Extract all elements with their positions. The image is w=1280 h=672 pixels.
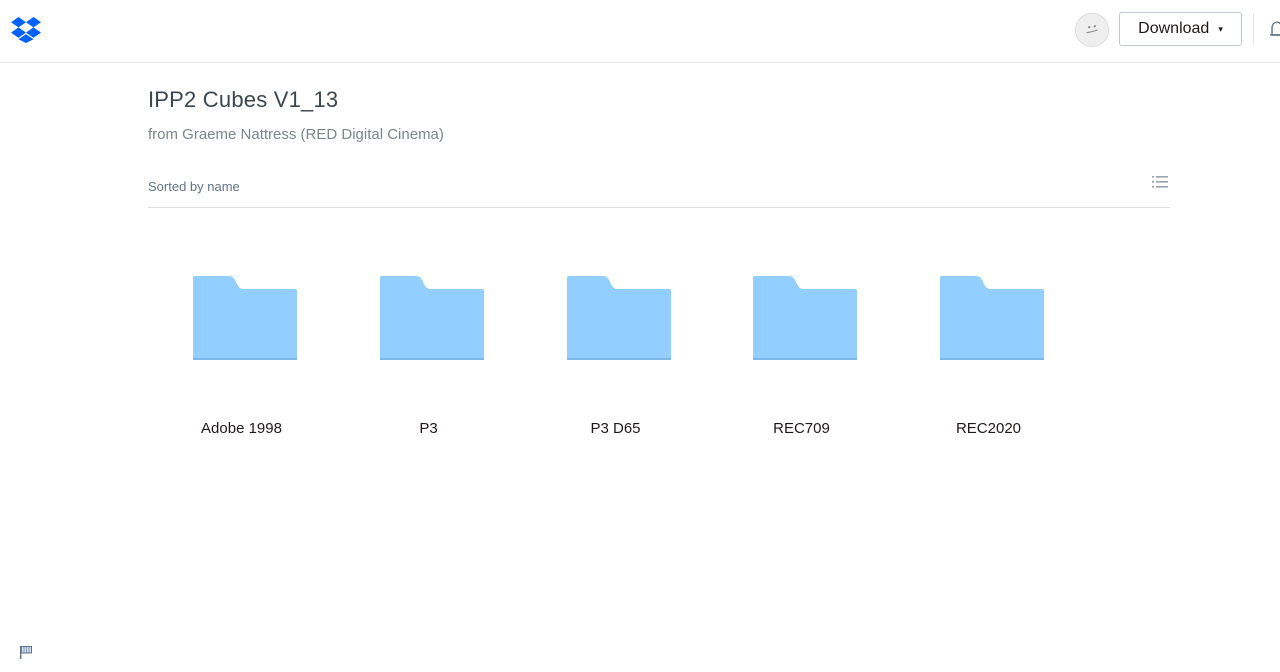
folder-item[interactable]: P3 D65	[522, 263, 709, 453]
folder-icon	[753, 276, 857, 360]
download-button[interactable]: Download ▾	[1119, 12, 1242, 46]
sort-label[interactable]: Sorted by name	[148, 179, 240, 194]
avatar[interactable]	[1075, 13, 1109, 47]
report-flag-icon[interactable]	[19, 645, 33, 659]
folder-icon	[567, 276, 671, 360]
owner-info: from Graeme Nattress (RED Digital Cinema…	[148, 126, 444, 143]
folder-item[interactable]: REC2020	[895, 263, 1082, 453]
top-bar: Download ▾	[0, 0, 1280, 63]
download-button-label: Download	[1138, 20, 1210, 37]
folder-icon	[193, 276, 297, 360]
sort-toolbar: Sorted by name	[148, 170, 1170, 208]
folder-name[interactable]: P3	[335, 420, 522, 437]
avatar-icon	[1076, 14, 1108, 46]
folder-name[interactable]: REC709	[708, 420, 895, 437]
page-title: IPP2 Cubes V1_13	[148, 87, 339, 112]
folder-item[interactable]: P3	[335, 263, 522, 453]
dropbox-logo-icon[interactable]	[11, 17, 41, 43]
folder-name[interactable]: P3 D65	[522, 420, 709, 437]
folder-item[interactable]: Adobe 1998	[148, 263, 335, 453]
folder-item[interactable]: REC709	[708, 263, 895, 453]
header-divider	[1253, 13, 1254, 45]
chevron-down-icon: ▾	[1218, 24, 1223, 34]
folder-icon	[940, 276, 1044, 360]
bell-icon[interactable]	[1268, 19, 1280, 41]
list-view-icon[interactable]	[1152, 175, 1168, 189]
folder-icon	[380, 276, 484, 360]
folder-name[interactable]: Adobe 1998	[148, 420, 335, 437]
folder-name[interactable]: REC2020	[895, 420, 1082, 437]
